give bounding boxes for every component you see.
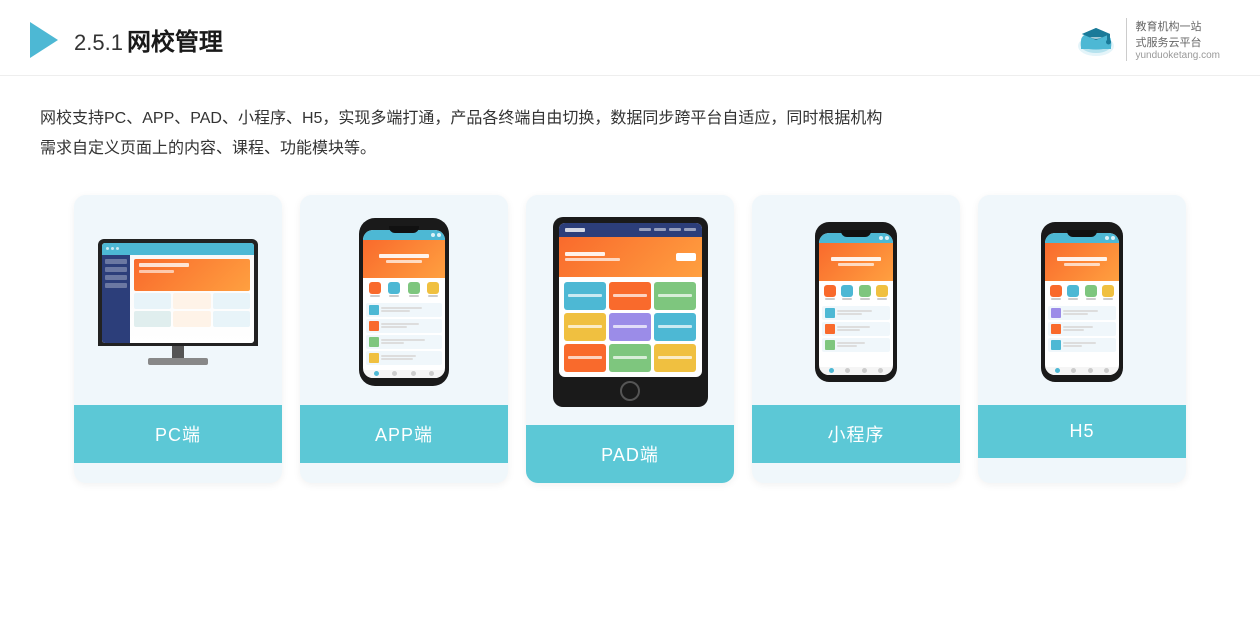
pc-stand: [172, 346, 184, 358]
brand-slogan-bottom: 式服务云平台: [1135, 34, 1220, 50]
card-pc-label: PC端: [74, 405, 282, 463]
header: 2.5.1 网校管理: [0, 0, 1260, 76]
title-number: 2.5.1: [74, 30, 123, 56]
brand-icon: [1074, 20, 1118, 60]
card-miniprogram-image: [752, 195, 960, 405]
card-pad: PAD端: [526, 195, 734, 483]
pc-base: [148, 358, 208, 365]
miniprogram-phone-mockup: [815, 222, 897, 382]
title-section: 2.5.1 网校管理: [74, 22, 223, 57]
description-line2: 需求自定义页面上的内容、课程、功能模块等。: [40, 134, 1220, 164]
brand-logo: 教育机构一站 式服务云平台 yunduoketang.com: [1074, 18, 1220, 61]
page-container: 2.5.1 网校管理: [0, 0, 1260, 630]
card-h5: H5: [978, 195, 1186, 483]
brand-site: yunduoketang.com: [1135, 50, 1220, 61]
app-phone-mockup: [359, 218, 449, 386]
card-pad-label: PAD端: [526, 425, 734, 483]
card-pad-image: [526, 195, 734, 425]
cards-container: PC端: [0, 175, 1260, 513]
description-line1: 网校支持PC、APP、PAD、小程序、H5，实现多端打通，产品各终端自由切换，数…: [40, 104, 1220, 134]
brand-text-group: 教育机构一站 式服务云平台 yunduoketang.com: [1126, 18, 1220, 61]
card-app-image: [300, 195, 508, 405]
card-app-label: APP端: [300, 405, 508, 463]
logo-triangle-icon: [30, 22, 58, 58]
pad-home-btn: [620, 381, 640, 401]
card-pc: PC端: [74, 195, 282, 483]
brand-slogan-top: 教育机构一站: [1135, 18, 1220, 34]
pad-mockup: [553, 217, 708, 407]
pc-mockup: [98, 239, 258, 365]
card-miniprogram-label: 小程序: [752, 405, 960, 463]
description-section: 网校支持PC、APP、PAD、小程序、H5，实现多端打通，产品各终端自由切换，数…: [0, 76, 1260, 175]
pc-screen: [98, 239, 258, 346]
card-h5-label: H5: [978, 405, 1186, 458]
card-pc-image: [74, 195, 282, 405]
card-h5-image: [978, 195, 1186, 405]
header-left: 2.5.1 网校管理: [30, 22, 223, 58]
h5-phone-mockup: [1041, 222, 1123, 382]
header-right: 教育机构一站 式服务云平台 yunduoketang.com: [1074, 18, 1220, 61]
page-title: 网校管理: [127, 22, 223, 57]
card-app: APP端: [300, 195, 508, 483]
card-miniprogram: 小程序: [752, 195, 960, 483]
